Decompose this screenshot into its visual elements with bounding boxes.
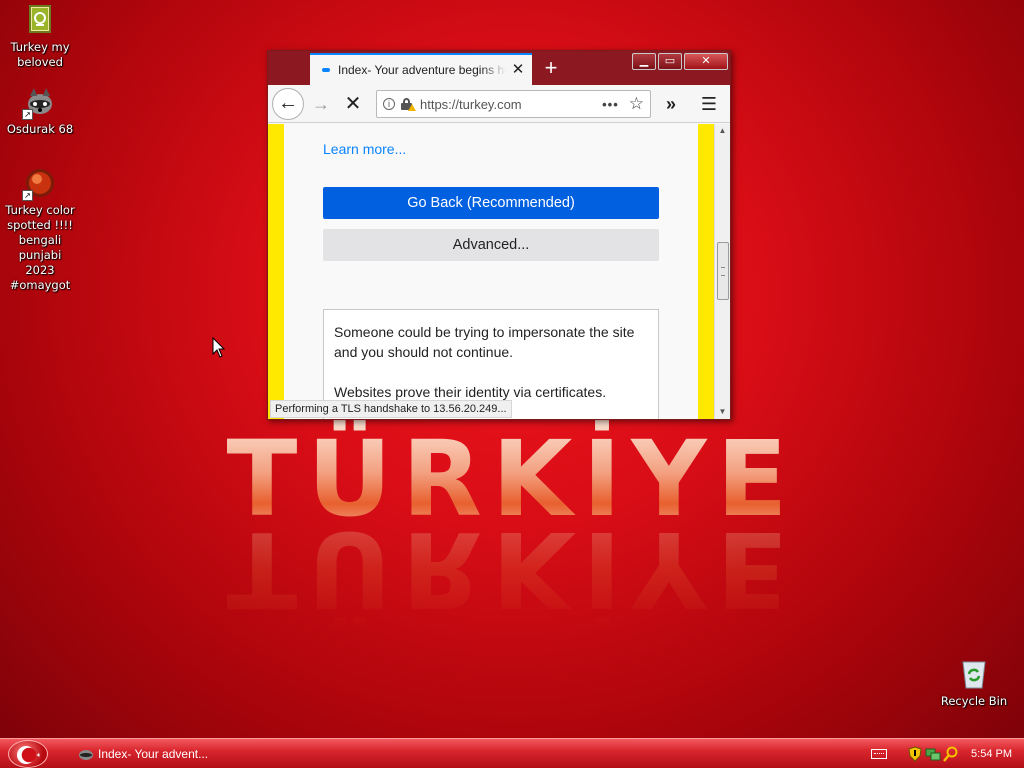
tab-close-icon[interactable]: ✕ [510,62,526,78]
scrollbar-thumb[interactable] [717,242,729,300]
wallpaper-title-reflection: TÜRKİYE [0,508,1024,630]
forward-button[interactable]: → [310,93,332,115]
browser-titlebar[interactable]: Index- Your adventure begins here ✕ + ▁ … [268,51,730,85]
search-icon[interactable] [943,746,959,762]
desktop-icon-label: Turkey color spotted !!!! bengali punjab… [5,203,75,292]
taskbar-clock[interactable]: 5:54 PM [971,748,1012,760]
desktop-icon-recycle-bin[interactable]: Recycle Bin [934,658,1014,709]
new-tab-button[interactable]: + [538,55,564,81]
system-tray: 5:54 PM [871,739,1024,768]
desktop-icon-label: Recycle Bin [940,694,1008,708]
advanced-button[interactable]: Advanced... [323,229,659,261]
taskbar-browser-item[interactable]: Index- Your advent... [74,743,270,765]
desktop-icon-turkey-color-spotted[interactable]: ↗ Turkey color spotted !!!! bengali punj… [0,167,80,293]
url-bar[interactable]: i https://turkey.com ••• ☆ [376,90,651,118]
overflow-chevron-icon[interactable]: » [660,93,682,115]
shortcut-arrow-icon: ↗ [22,190,33,201]
desktop-icon-osdurak-68[interactable]: ↗ Osdurak 68 [0,86,80,137]
details-text: Someone could be trying to impersonate t… [334,324,635,360]
window-controls: ▁ ▭ ✕ [632,53,728,70]
start-button[interactable] [8,740,48,768]
close-window-button[interactable]: ✕ [684,53,728,70]
scroll-up-icon[interactable]: ▲ [715,124,730,138]
tab-title: Index- Your adventure begins here [338,63,506,77]
page-content: Learn more... Go Back (Recommended) Adva… [268,124,714,419]
shortcut-arrow-icon: ↗ [22,109,33,120]
warning-strip-right [698,124,714,419]
status-panel: Performing a TLS handshake to 13.56.20.2… [270,400,512,418]
hamburger-menu-icon[interactable]: ☰ [698,93,720,115]
minimize-button[interactable]: ▁ [632,53,656,70]
keyboard-icon[interactable] [871,749,888,759]
mouse-cursor-icon [212,337,226,358]
stop-loading-button[interactable]: ✕ [342,93,364,115]
browser-window[interactable]: Index- Your adventure begins here ✕ + ▁ … [267,50,731,420]
desktop-icon-turkey-my-beloved[interactable]: Turkey my beloved [0,4,80,70]
insecure-lock-icon[interactable] [401,98,416,111]
loading-favicon-icon [322,68,330,72]
vertical-scrollbar[interactable]: ▲ ▼ [714,124,730,419]
crescent-star-icon [17,746,40,764]
red-ball-icon: ↗ [22,167,56,201]
raccoon-icon [79,750,93,760]
desktop-icon-label: Turkey my beloved [10,40,70,69]
page-actions-icon[interactable]: ••• [602,97,619,112]
warning-strip-left [268,124,284,419]
info-icon[interactable]: i [383,98,395,110]
desktop-icon-label: Osdurak 68 [6,122,74,136]
taskbar-item-label: Index- Your advent... [98,747,209,761]
maximize-button[interactable]: ▭ [658,53,682,70]
recycle-bin-icon [958,658,990,690]
network-icon[interactable] [925,746,941,762]
browser-tab[interactable]: Index- Your adventure begins here ✕ [310,53,532,85]
document-icon [24,4,56,36]
scroll-down-icon[interactable]: ▼ [715,405,730,419]
url-text[interactable]: https://turkey.com [420,97,602,112]
titlebar-spacer[interactable] [268,51,310,85]
details-text: Websites prove their identity via certif… [334,384,607,400]
back-button[interactable]: ← [272,88,304,120]
taskbar: Index- Your advent... 5:54 PM [0,738,1024,768]
shield-icon[interactable] [907,746,923,762]
raccoon-icon: ↗ [22,86,56,120]
learn-more-link[interactable]: Learn more... [323,141,406,157]
bookmark-star-icon[interactable]: ☆ [629,94,644,114]
navigation-toolbar: ← → ✕ i https://turkey.com ••• ☆ » ☰ [268,85,730,123]
go-back-button[interactable]: Go Back (Recommended) [323,187,659,219]
